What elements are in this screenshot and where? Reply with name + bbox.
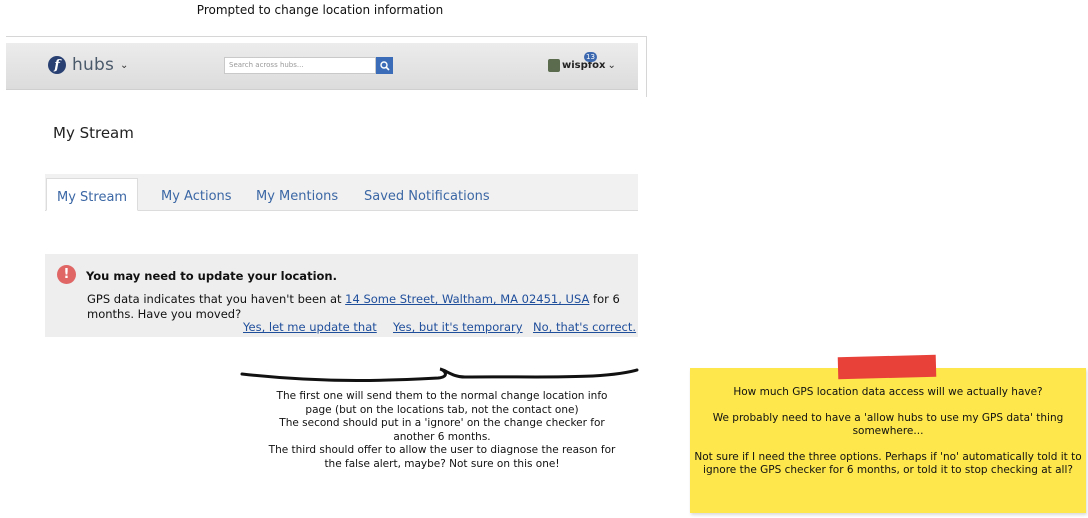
tape-strip	[837, 354, 937, 380]
address-link[interactable]: 14 Some Street, Waltham, MA 02451, USA	[345, 292, 589, 306]
sticky-note: How much GPS location data access will w…	[690, 368, 1086, 513]
sticky-note-line: Not sure if I need the three options. Pe…	[694, 451, 1082, 476]
note-line: another 6 months.	[393, 430, 491, 443]
page-title: My Stream	[53, 124, 134, 142]
brace-annotation	[240, 367, 639, 382]
no-move-link[interactable]: No, that's correct.	[533, 320, 636, 334]
note-line: The third should offer to allow the user…	[268, 444, 616, 456]
fedora-logo-icon: f	[48, 56, 66, 74]
username: wispfox	[562, 60, 606, 71]
location-alert: ! You may need to update your location. …	[45, 254, 638, 337]
tab-my-actions[interactable]: My Actions	[161, 174, 232, 210]
top-navigation-bar: f hubs ⌄ Search across hubs... wispfox ⌄…	[6, 43, 638, 90]
search-icon	[379, 60, 390, 71]
tab-my-mentions[interactable]: My Mentions	[256, 174, 338, 210]
mockup-caption: Prompted to change location information	[196, 3, 444, 17]
alert-body-prefix: GPS data indicates that you haven't been…	[87, 292, 346, 306]
tab-saved-notifications[interactable]: Saved Notifications	[364, 174, 490, 210]
avatar	[548, 59, 560, 72]
annotation-note: The first one will send them to the norm…	[232, 390, 652, 471]
alert-message: GPS data indicates that you haven't been…	[87, 292, 637, 322]
chevron-down-icon: ⌄	[607, 60, 616, 71]
note-line: The first one will send them to the norm…	[276, 390, 608, 402]
temporary-move-link[interactable]: Yes, but it's temporary	[393, 320, 523, 334]
sticky-note-line: How much GPS location data access will w…	[733, 386, 1043, 398]
search-input[interactable]: Search across hubs...	[224, 57, 376, 74]
search-button[interactable]	[376, 57, 393, 74]
tab-my-stream[interactable]: My Stream	[46, 178, 139, 211]
stream-tabs: My Stream My Actions My Mentions Saved N…	[45, 174, 638, 211]
hubs-logo-menu[interactable]: f hubs ⌄	[48, 55, 128, 75]
warning-icon: !	[57, 265, 76, 284]
user-menu[interactable]: wispfox ⌄	[548, 59, 616, 72]
alert-title: You may need to update your location.	[86, 269, 337, 283]
note-line: the false alert, maybe? Not sure on this…	[324, 457, 560, 470]
note-line: page (but on the locations tab, not the …	[305, 403, 579, 416]
sticky-note-line: We probably need to have a 'allow hubs t…	[712, 412, 1064, 437]
update-location-link[interactable]: Yes, let me update that	[243, 320, 377, 334]
chevron-down-icon: ⌄	[120, 59, 129, 71]
logo-text: hubs	[72, 55, 114, 75]
note-line: The second should put in a 'ignore' on t…	[279, 417, 605, 429]
notification-badge[interactable]: 13	[584, 52, 597, 62]
